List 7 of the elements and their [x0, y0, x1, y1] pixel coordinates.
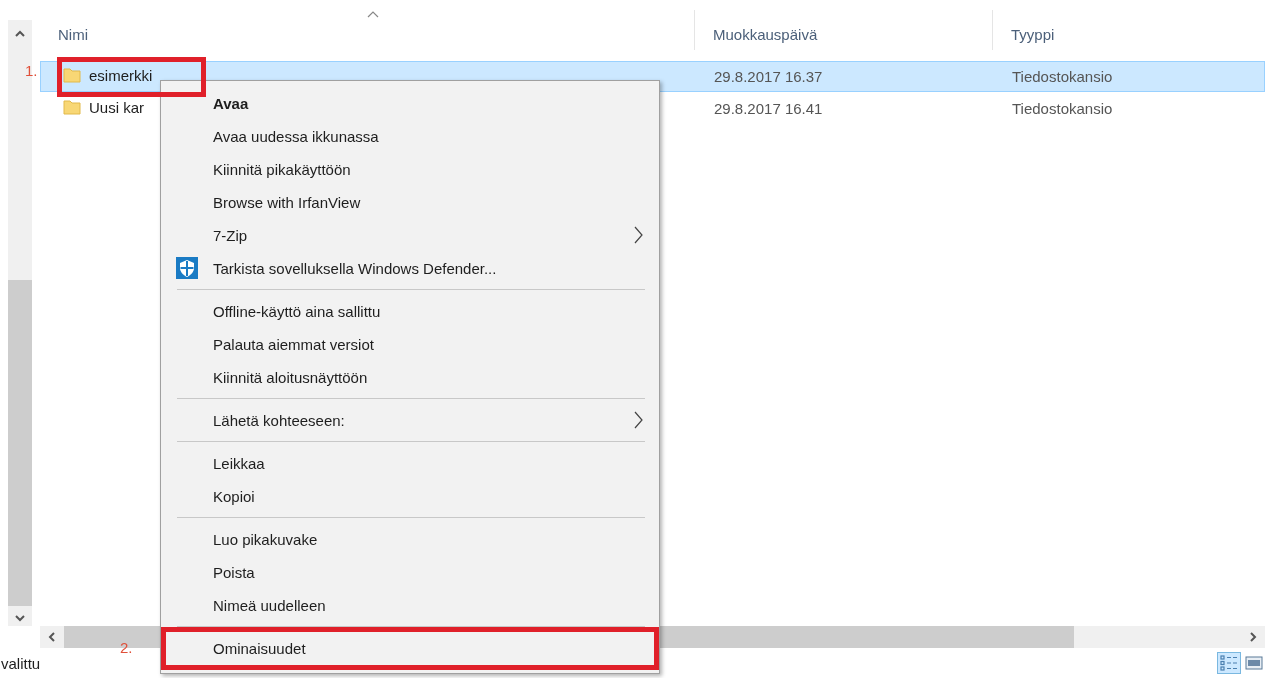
modified-date: 29.8.2017 16.37: [714, 68, 823, 85]
file-type: Tiedostokansio: [1012, 100, 1113, 117]
step-number: 1.: [25, 62, 38, 79]
status-text: valittu: [1, 654, 41, 672]
step-number: 2.: [120, 639, 133, 656]
modified-date: 29.8.2017 16.41: [714, 100, 823, 117]
file-type: Tiedostokansio: [1012, 68, 1113, 85]
